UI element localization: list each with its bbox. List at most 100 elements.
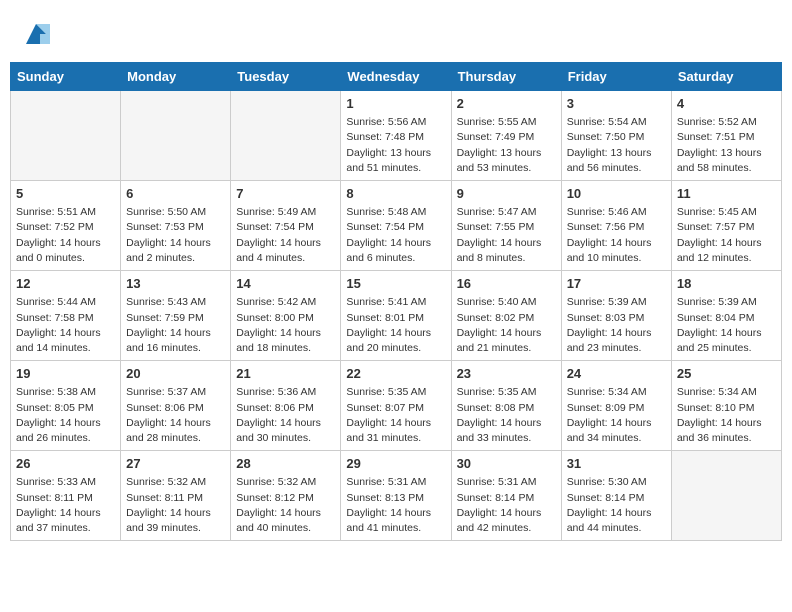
col-header-wednesday: Wednesday: [341, 63, 451, 91]
day-info: Sunrise: 5:49 AM Sunset: 7:54 PM Dayligh…: [236, 205, 335, 266]
calendar-day-cell: 6 Sunrise: 5:50 AM Sunset: 7:53 PM Daylig…: [121, 181, 231, 271]
day-info: Sunrise: 5:42 AM Sunset: 8:00 PM Dayligh…: [236, 295, 335, 356]
day-info: Sunrise: 5:32 AM Sunset: 8:12 PM Dayligh…: [236, 475, 335, 536]
calendar-day-cell: 23 Sunrise: 5:35 AM Sunset: 8:08 PM Dayli…: [451, 361, 561, 451]
day-number: 4: [677, 95, 776, 113]
day-info: Sunrise: 5:56 AM Sunset: 7:48 PM Dayligh…: [346, 115, 445, 176]
calendar-day-cell: 28 Sunrise: 5:32 AM Sunset: 8:12 PM Dayli…: [231, 451, 341, 541]
day-info: Sunrise: 5:55 AM Sunset: 7:49 PM Dayligh…: [457, 115, 556, 176]
col-header-monday: Monday: [121, 63, 231, 91]
day-number: 27: [126, 455, 225, 473]
calendar-day-cell: 9 Sunrise: 5:47 AM Sunset: 7:55 PM Daylig…: [451, 181, 561, 271]
day-number: 6: [126, 185, 225, 203]
calendar-day-cell: 30Sunrise: 5:31 AM Sunset: 8:14 PM Dayli…: [451, 451, 561, 541]
calendar-day-cell: 3Sunrise: 5:54 AM Sunset: 7:50 PM Daylig…: [561, 91, 671, 181]
day-number: 31: [567, 455, 666, 473]
logo-icon: [22, 20, 50, 48]
day-number: 8: [346, 185, 445, 203]
day-number: 17: [567, 275, 666, 293]
calendar-day-cell: 4Sunrise: 5:52 AM Sunset: 7:51 PM Daylig…: [671, 91, 781, 181]
day-number: 24: [567, 365, 666, 383]
page-header: [10, 10, 782, 58]
calendar-day-cell: 11Sunrise: 5:45 AM Sunset: 7:57 PM Dayli…: [671, 181, 781, 271]
day-number: 20: [126, 365, 225, 383]
calendar-header-row: SundayMondayTuesdayWednesdayThursdayFrid…: [11, 63, 782, 91]
day-info: Sunrise: 5:39 AM Sunset: 8:03 PM Dayligh…: [567, 295, 666, 356]
day-info: Sunrise: 5:34 AM Sunset: 8:09 PM Dayligh…: [567, 385, 666, 446]
day-info: Sunrise: 5:32 AM Sunset: 8:11 PM Dayligh…: [126, 475, 225, 536]
col-header-sunday: Sunday: [11, 63, 121, 91]
calendar-day-cell: 20Sunrise: 5:37 AM Sunset: 8:06 PM Dayli…: [121, 361, 231, 451]
col-header-tuesday: Tuesday: [231, 63, 341, 91]
col-header-thursday: Thursday: [451, 63, 561, 91]
calendar-day-cell: 14 Sunrise: 5:42 AM Sunset: 8:00 PM Dayli…: [231, 271, 341, 361]
day-info: Sunrise: 5:35 AM Sunset: 8:07 PM Dayligh…: [346, 385, 445, 446]
day-number: 22: [346, 365, 445, 383]
day-number: 11: [677, 185, 776, 203]
day-number: 10: [567, 185, 666, 203]
day-info: Sunrise: 5:39 AM Sunset: 8:04 PM Dayligh…: [677, 295, 776, 356]
calendar-day-cell: 10 Sunrise: 5:46 AM Sunset: 7:56 PM Dayli…: [561, 181, 671, 271]
day-info: Sunrise: 5:50 AM Sunset: 7:53 PM Dayligh…: [126, 205, 225, 266]
day-info: Sunrise: 5:46 AM Sunset: 7:56 PM Dayligh…: [567, 205, 666, 266]
day-number: 3: [567, 95, 666, 113]
calendar-day-cell: [231, 91, 341, 181]
day-number: 14: [236, 275, 335, 293]
day-info: Sunrise: 5:47 AM Sunset: 7:55 PM Dayligh…: [457, 205, 556, 266]
calendar-day-cell: 31 Sunrise: 5:30 AM Sunset: 8:14 PM Dayli…: [561, 451, 671, 541]
day-number: 15: [346, 275, 445, 293]
day-number: 21: [236, 365, 335, 383]
day-number: 28: [236, 455, 335, 473]
calendar-week-row: 19 Sunrise: 5:38 AM Sunset: 8:05 PM Dayli…: [11, 361, 782, 451]
day-info: Sunrise: 5:31 AM Sunset: 8:13 PM Dayligh…: [346, 475, 445, 536]
calendar-day-cell: 13Sunrise: 5:43 AM Sunset: 7:59 PM Dayli…: [121, 271, 231, 361]
day-number: 29: [346, 455, 445, 473]
day-info: Sunrise: 5:30 AM Sunset: 8:14 PM Dayligh…: [567, 475, 666, 536]
day-number: 2: [457, 95, 556, 113]
day-info: Sunrise: 5:43 AM Sunset: 7:59 PM Dayligh…: [126, 295, 225, 356]
calendar-day-cell: 7Sunrise: 5:49 AM Sunset: 7:54 PM Daylig…: [231, 181, 341, 271]
calendar-day-cell: 29 Sunrise: 5:31 AM Sunset: 8:13 PM Dayli…: [341, 451, 451, 541]
calendar-day-cell: 26Sunrise: 5:33 AM Sunset: 8:11 PM Dayli…: [11, 451, 121, 541]
day-info: Sunrise: 5:36 AM Sunset: 8:06 PM Dayligh…: [236, 385, 335, 446]
calendar-day-cell: 2 Sunrise: 5:55 AM Sunset: 7:49 PM Daylig…: [451, 91, 561, 181]
calendar-week-row: 1Sunrise: 5:56 AM Sunset: 7:48 PM Daylig…: [11, 91, 782, 181]
day-info: Sunrise: 5:40 AM Sunset: 8:02 PM Dayligh…: [457, 295, 556, 356]
calendar-day-cell: 27 Sunrise: 5:32 AM Sunset: 8:11 PM Dayli…: [121, 451, 231, 541]
calendar-day-cell: 8 Sunrise: 5:48 AM Sunset: 7:54 PM Daylig…: [341, 181, 451, 271]
calendar-day-cell: 19 Sunrise: 5:38 AM Sunset: 8:05 PM Dayli…: [11, 361, 121, 451]
calendar-day-cell: [671, 451, 781, 541]
day-info: Sunrise: 5:38 AM Sunset: 8:05 PM Dayligh…: [16, 385, 115, 446]
calendar-day-cell: 15 Sunrise: 5:41 AM Sunset: 8:01 PM Dayli…: [341, 271, 451, 361]
calendar-week-row: 26Sunrise: 5:33 AM Sunset: 8:11 PM Dayli…: [11, 451, 782, 541]
day-number: 16: [457, 275, 556, 293]
day-number: 12: [16, 275, 115, 293]
day-info: Sunrise: 5:41 AM Sunset: 8:01 PM Dayligh…: [346, 295, 445, 356]
day-number: 30: [457, 455, 556, 473]
day-info: Sunrise: 5:48 AM Sunset: 7:54 PM Dayligh…: [346, 205, 445, 266]
day-info: Sunrise: 5:34 AM Sunset: 8:10 PM Dayligh…: [677, 385, 776, 446]
day-info: Sunrise: 5:35 AM Sunset: 8:08 PM Dayligh…: [457, 385, 556, 446]
calendar-week-row: 12 Sunrise: 5:44 AM Sunset: 7:58 PM Dayli…: [11, 271, 782, 361]
day-info: Sunrise: 5:51 AM Sunset: 7:52 PM Dayligh…: [16, 205, 115, 266]
day-number: 19: [16, 365, 115, 383]
calendar-day-cell: 17 Sunrise: 5:39 AM Sunset: 8:03 PM Dayli…: [561, 271, 671, 361]
col-header-saturday: Saturday: [671, 63, 781, 91]
logo: [20, 20, 50, 53]
day-number: 18: [677, 275, 776, 293]
calendar-day-cell: 22 Sunrise: 5:35 AM Sunset: 8:07 PM Dayli…: [341, 361, 451, 451]
col-header-friday: Friday: [561, 63, 671, 91]
calendar-day-cell: 24 Sunrise: 5:34 AM Sunset: 8:09 PM Dayli…: [561, 361, 671, 451]
calendar-table: SundayMondayTuesdayWednesdayThursdayFrid…: [10, 62, 782, 541]
day-number: 23: [457, 365, 556, 383]
day-info: Sunrise: 5:44 AM Sunset: 7:58 PM Dayligh…: [16, 295, 115, 356]
calendar-day-cell: 21 Sunrise: 5:36 AM Sunset: 8:06 PM Dayli…: [231, 361, 341, 451]
calendar-day-cell: [121, 91, 231, 181]
calendar-day-cell: [11, 91, 121, 181]
calendar-day-cell: 16 Sunrise: 5:40 AM Sunset: 8:02 PM Dayli…: [451, 271, 561, 361]
calendar-day-cell: 5 Sunrise: 5:51 AM Sunset: 7:52 PM Daylig…: [11, 181, 121, 271]
day-number: 9: [457, 185, 556, 203]
calendar-week-row: 5 Sunrise: 5:51 AM Sunset: 7:52 PM Daylig…: [11, 181, 782, 271]
calendar-day-cell: 1Sunrise: 5:56 AM Sunset: 7:48 PM Daylig…: [341, 91, 451, 181]
day-number: 5: [16, 185, 115, 203]
